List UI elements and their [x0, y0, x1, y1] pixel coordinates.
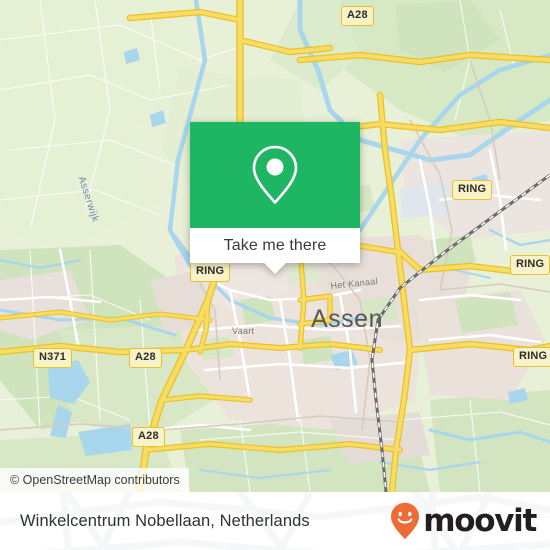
moovit-wordmark: moovit	[423, 502, 537, 539]
map-pin-icon	[252, 145, 298, 204]
road-shield-a28-south[interactable]: A28	[132, 427, 165, 447]
callout-pointer-tip	[264, 263, 286, 274]
moovit-logo[interactable]: moovit	[390, 502, 537, 540]
road-shield-n371[interactable]: N371	[33, 348, 73, 368]
callout-action-panel[interactable]: Take me there	[190, 228, 360, 274]
road-shield-ring-east[interactable]: RING	[510, 255, 550, 275]
map-attribution[interactable]: © OpenStreetMap contributors	[0, 468, 189, 492]
road-shield-ring-north[interactable]: RING	[452, 180, 493, 200]
map-canvas[interactable]: Assen Asserwijk Het Kanaal Vaart A28 RIN…	[0, 0, 550, 492]
attribution-text: © OpenStreetMap contributors	[10, 473, 180, 487]
moovit-place-card: Assen Asserwijk Het Kanaal Vaart A28 RIN…	[0, 0, 550, 550]
callout-icon-panel	[190, 122, 360, 228]
moovit-pin-smile-icon	[391, 502, 420, 540]
destination-callout-card[interactable]: Take me there	[190, 122, 360, 274]
road-shield-a28-north[interactable]: A28	[341, 6, 374, 26]
road-shield-ring-west[interactable]: RING	[190, 262, 231, 282]
road-shield-ring-southeast[interactable]: RING	[513, 347, 550, 367]
place-title: Winkelcentrum Nobellaan, Netherlands	[20, 511, 310, 530]
take-me-there-label: Take me there	[223, 236, 327, 254]
road-shield-a28-mid[interactable]: A28	[129, 348, 162, 368]
footer-bar: Winkelcentrum Nobellaan, Netherlands moo…	[0, 492, 550, 550]
